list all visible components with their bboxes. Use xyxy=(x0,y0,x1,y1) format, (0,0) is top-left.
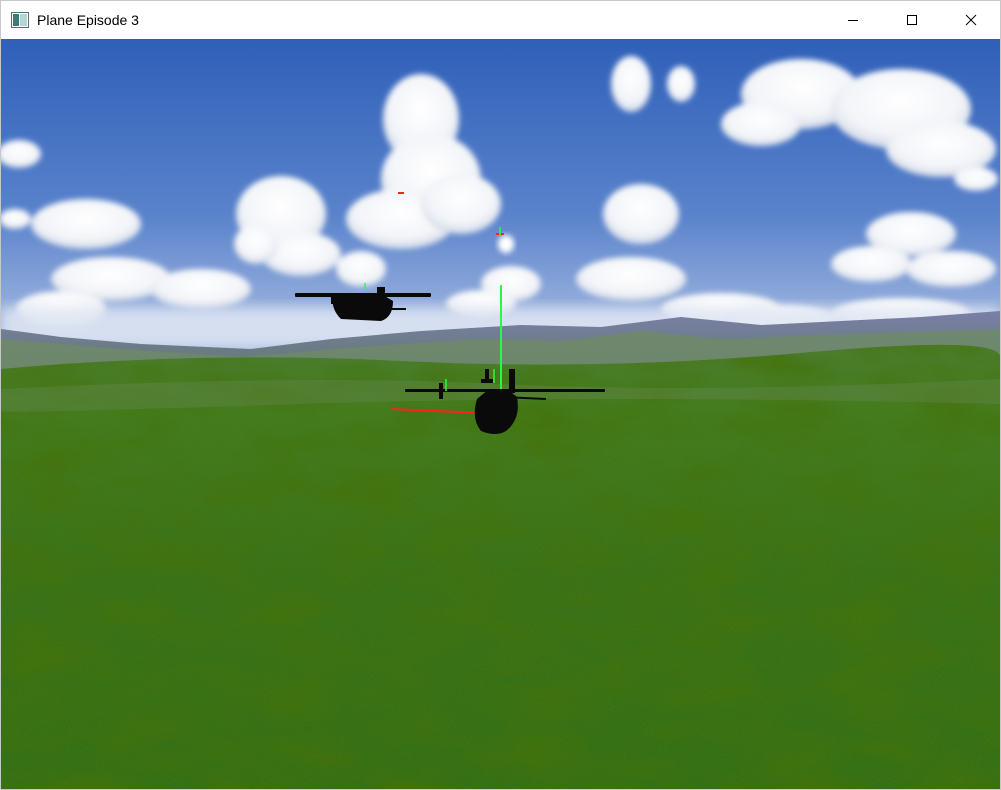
caption-buttons xyxy=(823,1,1000,39)
game-scene[interactable] xyxy=(1,39,1000,789)
close-icon xyxy=(965,14,976,26)
title-bar[interactable]: Plane Episode 3 xyxy=(1,1,1000,39)
minimize-button[interactable] xyxy=(823,1,882,39)
maximize-icon xyxy=(906,15,917,25)
minimize-icon xyxy=(847,20,858,21)
close-button[interactable] xyxy=(941,1,1000,39)
app-icon xyxy=(11,12,29,28)
maximize-button[interactable] xyxy=(882,1,941,39)
game-viewport[interactable] xyxy=(1,39,1000,789)
window-title: Plane Episode 3 xyxy=(37,12,139,28)
app-window: Plane Episode 3 xyxy=(0,0,1001,790)
